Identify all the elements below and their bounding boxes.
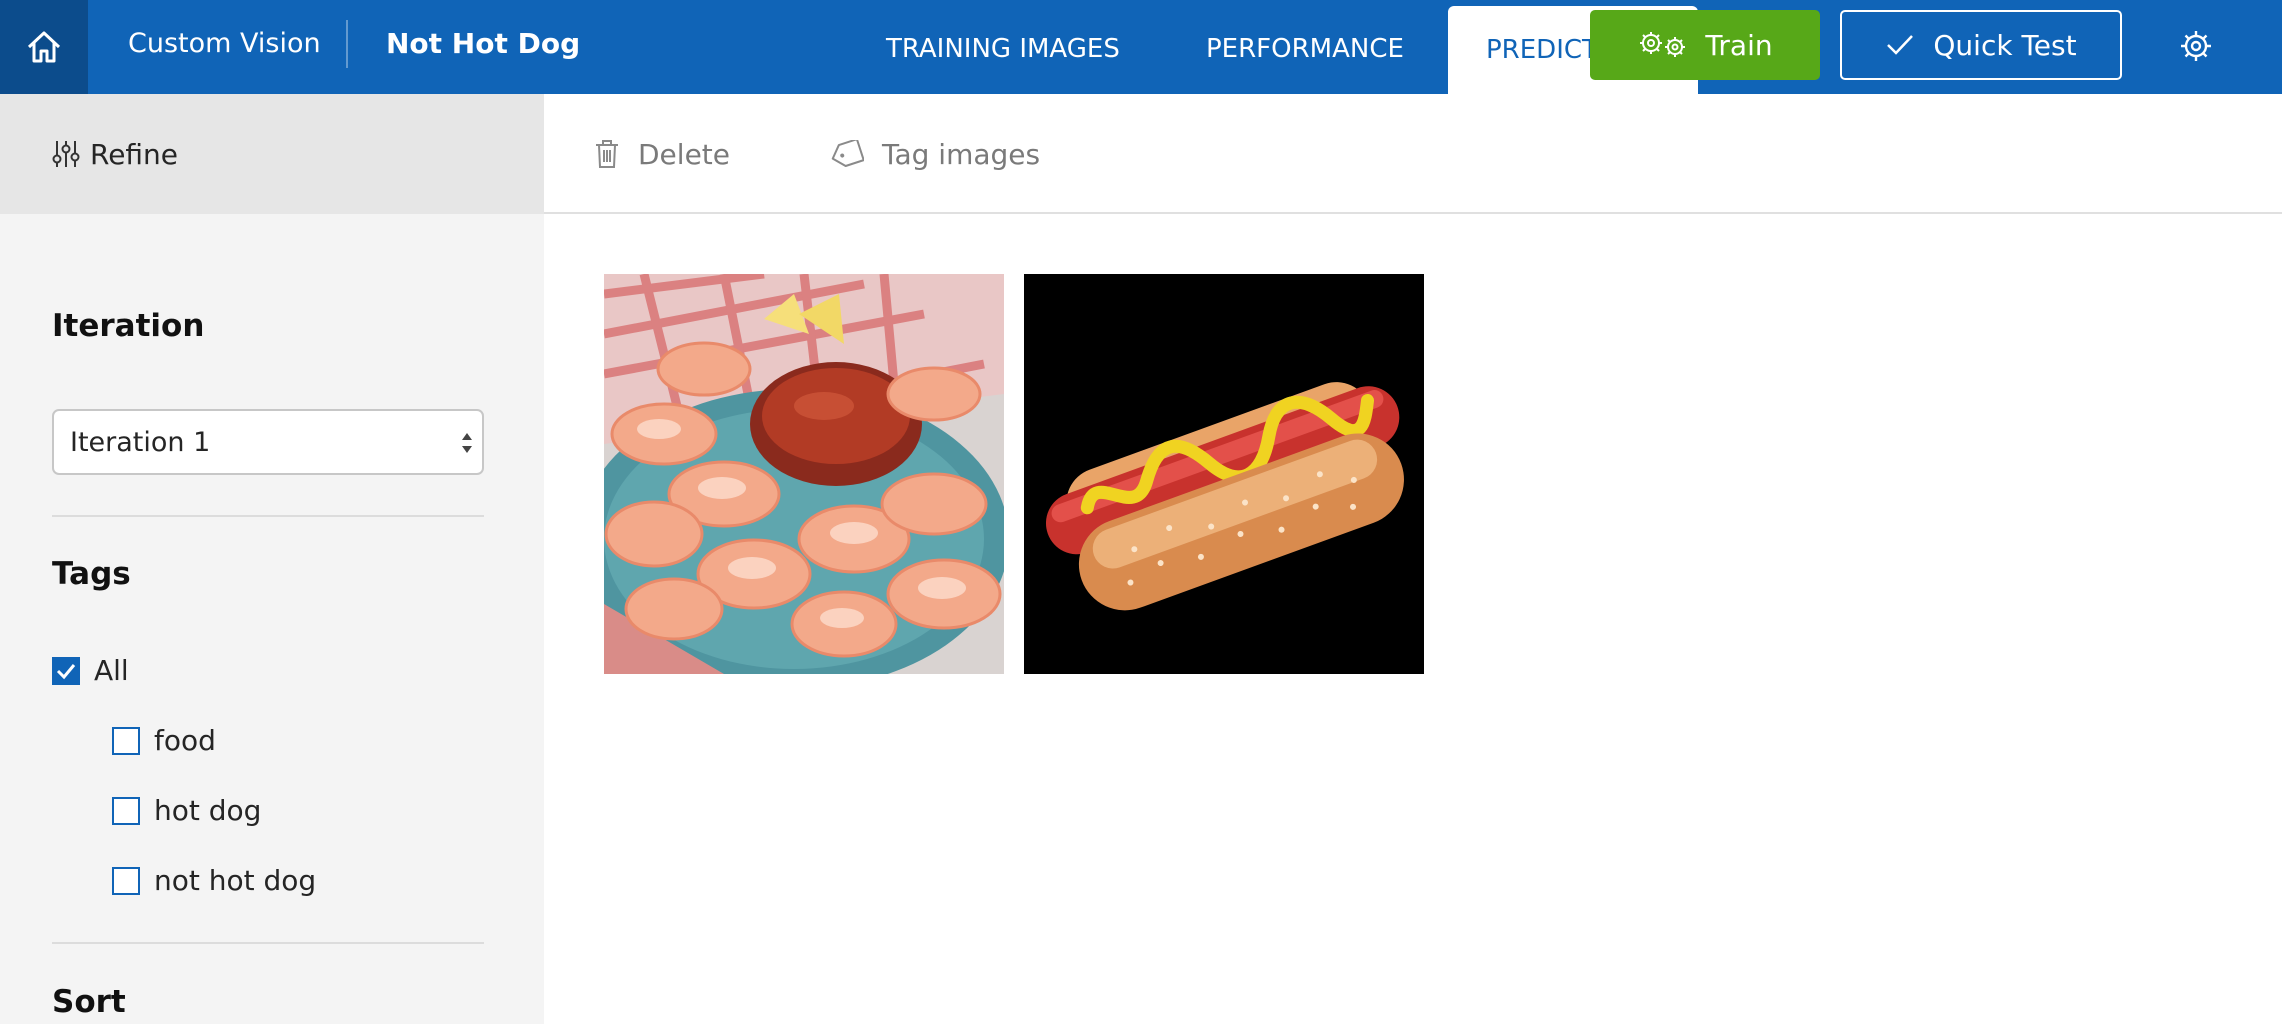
tag-images-label: Tag images bbox=[882, 137, 1041, 171]
image-thumbnail-hot-dog[interactable] bbox=[1024, 274, 1424, 674]
gears-icon bbox=[1640, 32, 1686, 57]
sort-heading: Sort bbox=[52, 984, 126, 1020]
sliders-icon bbox=[52, 141, 80, 167]
delete-label: Delete bbox=[638, 137, 730, 171]
hot-dog-illustration bbox=[1024, 274, 1424, 674]
top-nav-bar: Custom Vision Not Hot Dog TRAINING IMAGE… bbox=[0, 0, 2282, 94]
filter-sidebar: Refine Iteration Iteration 1 Tags All fo… bbox=[0, 94, 544, 1024]
tags-heading: Tags bbox=[52, 556, 131, 592]
train-label: Train bbox=[1705, 28, 1773, 62]
gear-icon bbox=[2181, 31, 2211, 61]
tag-label: All bbox=[94, 654, 129, 687]
quick-test-label: Quick Test bbox=[1933, 28, 2077, 62]
checkbox-hot-dog[interactable] bbox=[112, 796, 140, 825]
home-button[interactable] bbox=[0, 0, 88, 94]
sidebar-divider bbox=[52, 942, 484, 944]
project-title[interactable]: Not Hot Dog bbox=[386, 0, 580, 88]
image-toolbar: Delete Tag images bbox=[544, 94, 2282, 214]
header-divider bbox=[346, 20, 348, 68]
home-icon bbox=[27, 31, 61, 63]
iteration-value: Iteration 1 bbox=[70, 426, 211, 458]
select-arrows-icon bbox=[462, 433, 472, 453]
refine-label: Refine bbox=[90, 137, 179, 171]
tab-performance[interactable]: PERFORMANCE bbox=[1206, 0, 1404, 98]
checkbox-food[interactable] bbox=[112, 726, 140, 755]
checkbox-check-icon bbox=[56, 663, 76, 679]
settings-button[interactable] bbox=[2178, 28, 2214, 64]
sidebar-divider bbox=[52, 515, 484, 517]
checkbox-all[interactable] bbox=[52, 656, 80, 685]
image-thumbnail-shrimp[interactable] bbox=[604, 274, 1004, 674]
delete-button[interactable]: Delete bbox=[594, 94, 730, 214]
train-button[interactable]: Train bbox=[1590, 10, 1820, 80]
checkmark-icon bbox=[1887, 35, 1914, 55]
tab-training-images[interactable]: TRAINING IMAGES bbox=[886, 0, 1120, 98]
trash-icon bbox=[596, 140, 618, 168]
refine-button[interactable]: Refine bbox=[0, 94, 544, 214]
tag-icon bbox=[831, 140, 864, 168]
tag-label: hot dog bbox=[154, 794, 262, 827]
tag-label: food bbox=[154, 724, 216, 757]
tag-images-button[interactable]: Tag images bbox=[830, 94, 1040, 214]
iteration-select[interactable]: Iteration 1 bbox=[52, 409, 484, 475]
checkbox-not-hot-dog[interactable] bbox=[112, 866, 140, 895]
tag-filter-all[interactable]: All bbox=[52, 654, 129, 687]
tag-label: not hot dog bbox=[154, 864, 317, 897]
tag-filter-food[interactable]: food bbox=[112, 724, 216, 757]
quick-test-button[interactable]: Quick Test bbox=[1840, 10, 2122, 80]
tag-filter-not-hot-dog[interactable]: not hot dog bbox=[112, 864, 316, 897]
iteration-heading: Iteration bbox=[52, 308, 205, 344]
tag-filter-hot-dog[interactable]: hot dog bbox=[112, 794, 261, 827]
shrimp-photo bbox=[604, 274, 1004, 674]
brand-title[interactable]: Custom Vision bbox=[128, 0, 321, 88]
